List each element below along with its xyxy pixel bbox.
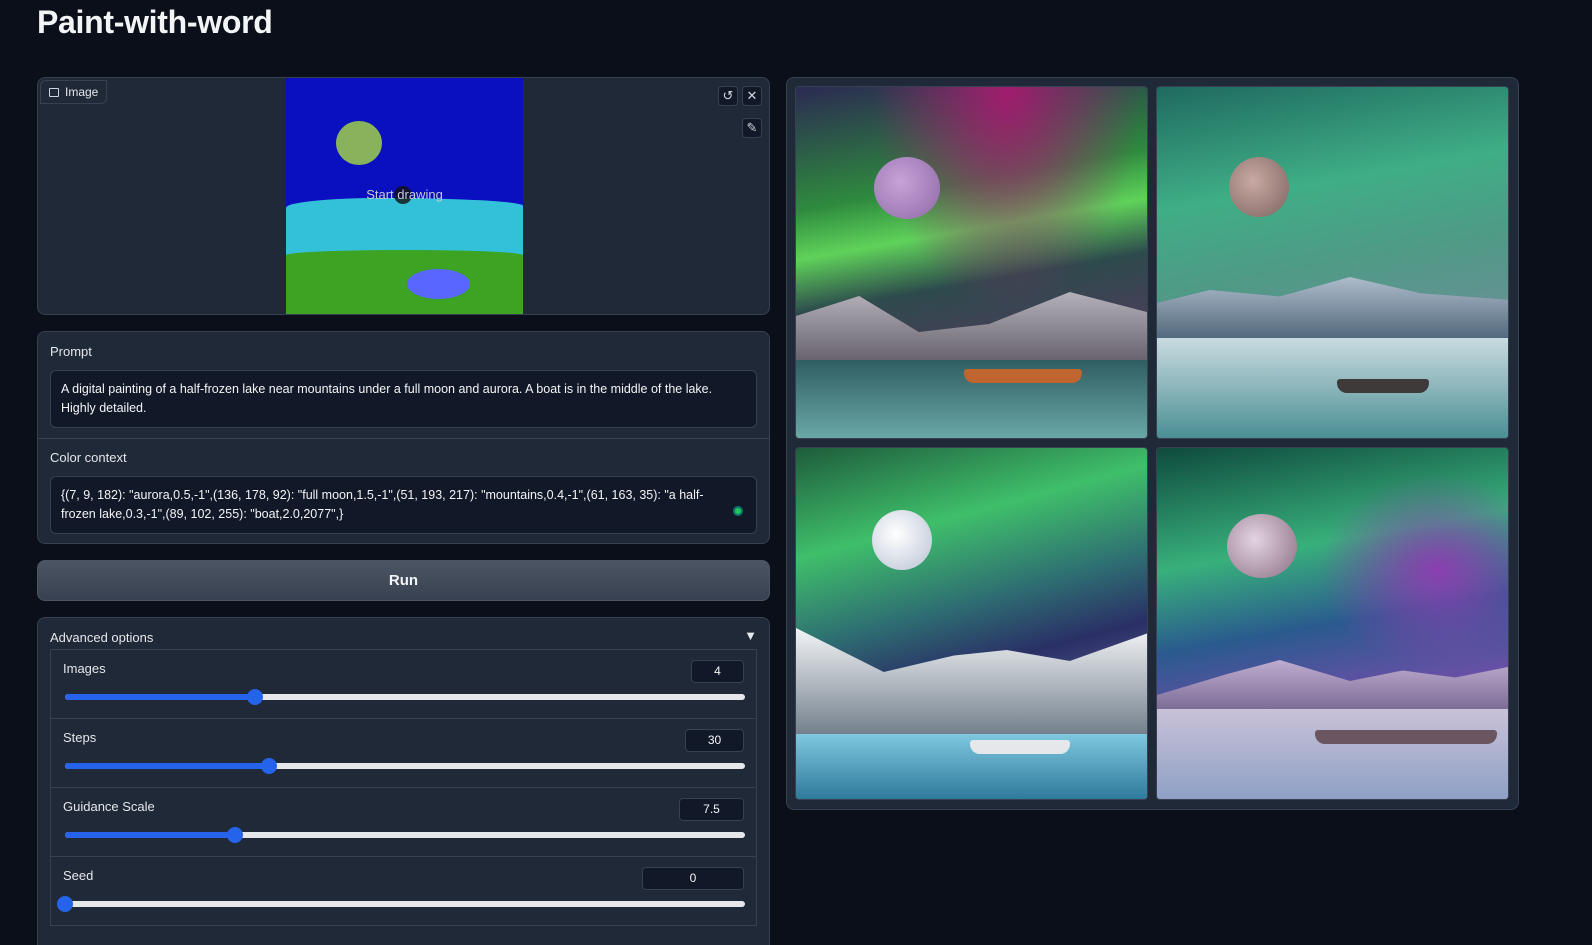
advanced-options-panel: Advanced options ▼ Images 4 Steps 30 Gui… [37, 617, 770, 945]
image-label-text: Image [65, 85, 99, 99]
slider-thumb[interactable] [57, 896, 73, 912]
slider-label: Seed [63, 868, 94, 883]
image-sketch-panel: Image Start drawing ↺ ✕ ✎ [37, 77, 770, 315]
slider-label: Steps [63, 730, 97, 745]
divider [38, 438, 769, 439]
sketch-canvas[interactable]: Start drawing [286, 78, 523, 314]
advanced-options-toggle[interactable]: Advanced options [50, 630, 153, 645]
slider-thumb[interactable] [261, 758, 277, 774]
gallery-image-3[interactable] [795, 447, 1148, 800]
slider-label: Images [63, 661, 106, 676]
undo-icon[interactable]: ↺ [718, 86, 738, 106]
slider-track[interactable] [65, 827, 745, 843]
slider-fill [65, 832, 235, 838]
number-input[interactable]: 30 [685, 729, 744, 752]
boat-shape [964, 369, 1082, 383]
slider-seed: Seed 0 [50, 856, 757, 926]
slider-thumb[interactable] [227, 827, 243, 843]
status-indicator-icon [733, 506, 743, 516]
moon-shape [874, 157, 940, 219]
brush-icon[interactable]: ✎ [742, 118, 762, 138]
prompt-label: Prompt [50, 344, 92, 359]
moon-shape [872, 510, 932, 570]
moon-shape [1229, 157, 1289, 217]
canvas-boat-shape [407, 269, 470, 299]
slider-thumb[interactable] [247, 689, 264, 705]
page-title: Paint-with-word [37, 4, 273, 40]
color-context-label: Color context [50, 450, 127, 465]
lake-shape [1157, 709, 1508, 799]
gallery-image-4[interactable] [1156, 447, 1509, 800]
color-context-textarea[interactable]: {(7, 9, 182): "aurora,0.5,-1",(136, 178,… [50, 476, 757, 534]
canvas-hint: Start drawing [366, 187, 443, 202]
canvas-lake-shape [286, 250, 523, 314]
image-icon [49, 87, 59, 97]
run-button[interactable]: Run [37, 560, 770, 601]
slider-steps: Steps 30 [50, 718, 757, 788]
output-gallery [786, 77, 1519, 810]
slider-fill [65, 694, 256, 700]
gallery-image-1[interactable] [795, 86, 1148, 439]
number-input[interactable]: 4 [691, 660, 744, 683]
lake-shape [1157, 338, 1508, 438]
canvas-moon-shape [336, 121, 382, 165]
close-icon[interactable]: ✕ [742, 86, 762, 106]
boat-shape [1337, 379, 1429, 393]
number-input[interactable]: 7.5 [679, 798, 744, 821]
prompt-textarea[interactable]: A digital painting of a half-frozen lake… [50, 370, 757, 428]
boat-shape [970, 740, 1070, 754]
slider-label: Guidance Scale [63, 799, 155, 814]
boat-shape [1315, 730, 1497, 744]
number-input[interactable]: 0 [642, 867, 744, 890]
gallery-image-2[interactable] [1156, 86, 1509, 439]
slider-track[interactable] [65, 689, 745, 705]
image-label-badge: Image [40, 80, 108, 104]
slider-track[interactable] [57, 896, 745, 912]
slider-track[interactable] [65, 758, 745, 774]
chevron-down-icon[interactable]: ▼ [744, 628, 757, 643]
slider-fill [65, 763, 269, 769]
moon-shape [1227, 514, 1297, 578]
slider-guidance-scale: Guidance Scale 7.5 [50, 787, 757, 857]
color-context-wrapper: {(7, 9, 182): "aurora,0.5,-1",(136, 178,… [50, 476, 757, 534]
slider-images: Images 4 [50, 649, 757, 719]
text-inputs-panel: Prompt A digital painting of a half-froz… [37, 331, 770, 544]
